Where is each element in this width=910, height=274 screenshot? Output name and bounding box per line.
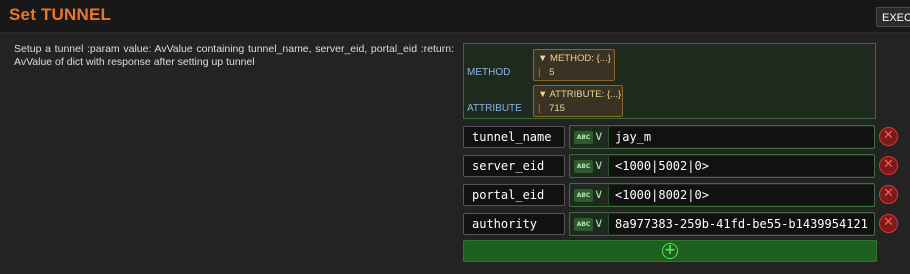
string-type-icon[interactable]: ABC — [574, 160, 593, 173]
delete-param-button[interactable]: ✕ — [879, 185, 898, 204]
attribute-label: ATTRIBUTE — [467, 103, 522, 114]
param-value-input[interactable]: jay_m — [608, 127, 874, 147]
triangle-down-icon[interactable]: ▼ — [538, 89, 547, 100]
method-object[interactable]: ▼ METHOD: {...} | 5 — [533, 49, 615, 81]
add-param-button[interactable]: + — [463, 240, 877, 262]
param-value-field: ABC ∨ <1000|5002|0> — [569, 154, 875, 178]
param-row-server-eid: server_eid ABC ∨ <1000|5002|0> ✕ — [463, 154, 908, 180]
string-type-icon[interactable]: ABC — [574, 131, 593, 144]
attribute-object[interactable]: ▼ ATTRIBUTE: {...} | 715 — [533, 85, 623, 117]
string-type-icon[interactable]: ABC — [574, 189, 593, 202]
param-row-tunnel-name: tunnel_name ABC ∨ jay_m ✕ — [463, 125, 908, 151]
method-object-value: 5 — [549, 67, 555, 78]
triangle-down-icon[interactable]: ▼ — [538, 53, 547, 64]
param-value-input[interactable]: <1000|5002|0> — [608, 156, 874, 176]
param-value-input[interactable]: <1000|8002|0> — [608, 185, 874, 205]
param-value-input[interactable]: 8a977383-259b-41fd-be55-b1439954121 — [608, 214, 874, 234]
param-name-field[interactable]: tunnel_name — [463, 126, 565, 148]
string-type-icon[interactable]: ABC — [574, 218, 593, 231]
delete-param-button[interactable]: ✕ — [879, 127, 898, 146]
param-value-field: ABC ∨ 8a977383-259b-41fd-be55-b143995412… — [569, 212, 875, 236]
exec-button[interactable]: EXEC — [876, 7, 910, 27]
attribute-object-value: 715 — [549, 103, 565, 114]
metadata-box: METHOD ATTRIBUTE ▼ METHOD: {...} | 5 ▼ A… — [463, 43, 876, 119]
param-name-field[interactable]: authority — [463, 213, 565, 235]
method-object-head: METHOD: {...} — [550, 53, 611, 64]
param-row-portal-eid: portal_eid ABC ∨ <1000|8002|0> ✕ — [463, 183, 908, 209]
param-name-field[interactable]: server_eid — [463, 155, 565, 177]
chevron-down-icon[interactable]: ∨ — [594, 158, 604, 173]
chevron-down-icon[interactable]: ∨ — [594, 129, 604, 144]
param-name-field[interactable]: portal_eid — [463, 184, 565, 206]
tree-line: | — [538, 103, 541, 114]
param-value-field: ABC ∨ jay_m — [569, 125, 875, 149]
page-title: Set TUNNEL — [9, 5, 112, 24]
param-row-authority: authority ABC ∨ 8a977383-259b-41fd-be55-… — [463, 212, 908, 238]
chevron-down-icon[interactable]: ∨ — [594, 187, 604, 202]
plus-circle-icon: + — [662, 243, 678, 259]
delete-param-button[interactable]: ✕ — [879, 214, 898, 233]
tree-line: | — [538, 67, 541, 78]
method-label: METHOD — [467, 67, 511, 78]
delete-param-button[interactable]: ✕ — [879, 156, 898, 175]
param-value-field: ABC ∨ <1000|8002|0> — [569, 183, 875, 207]
attribute-object-head: ATTRIBUTE: {...} — [549, 89, 622, 100]
method-description: Setup a tunnel :param value: AvValue con… — [14, 43, 454, 68]
chevron-down-icon[interactable]: ∨ — [594, 216, 604, 231]
header-bar: Set TUNNEL EXEC — [0, 0, 910, 33]
